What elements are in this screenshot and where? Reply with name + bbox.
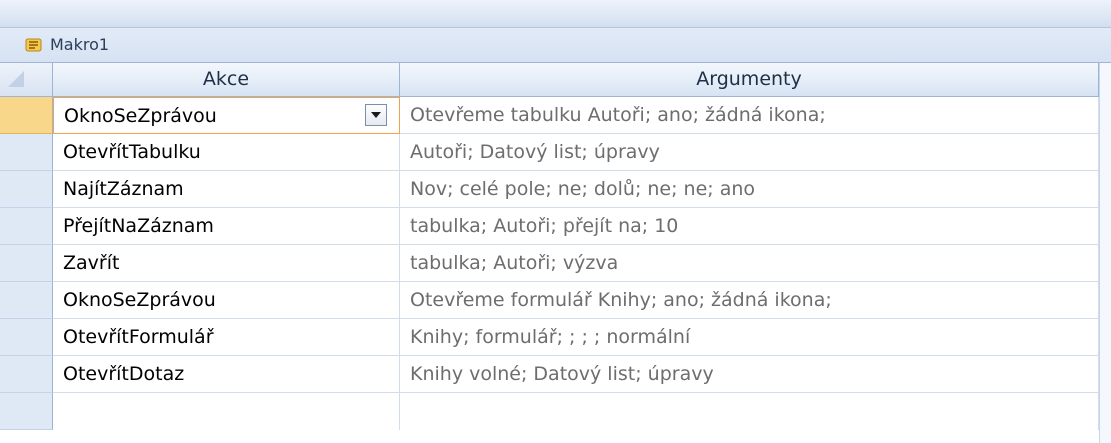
arguments-cell[interactable]: Knihy volné; Datový list; úpravy <box>400 356 1099 393</box>
table-row[interactable]: OtevřítDotaz Knihy volné; Datový list; úp… <box>0 356 1099 393</box>
column-header-akce[interactable]: Akce <box>53 63 400 97</box>
row-selector[interactable] <box>0 208 53 245</box>
arguments-cell[interactable]: tabulka; Autoři; výzva <box>400 245 1099 282</box>
row-selector[interactable] <box>0 97 53 134</box>
row-selector[interactable] <box>0 393 53 430</box>
action-cell[interactable] <box>53 393 400 430</box>
arguments-cell[interactable]: tabulka; Autoři; přejít na; 10 <box>400 208 1099 245</box>
ribbon-strip <box>0 0 1111 28</box>
table-row[interactable]: OknoSeZprávou Otevřeme formulář Knihy; an… <box>0 282 1099 319</box>
table-row[interactable]: NajítZáznam Nov; celé pole; ne; dolů; ne;… <box>0 171 1099 208</box>
row-selector[interactable] <box>0 282 53 319</box>
select-all-corner[interactable] <box>0 63 53 97</box>
action-cell[interactable]: OtevřítFormulář <box>53 319 400 356</box>
action-cell[interactable]: OknoSeZprávou <box>53 282 400 319</box>
arguments-cell[interactable]: Otevřeme formulář Knihy; ano; žádná ikon… <box>400 282 1099 319</box>
action-cell[interactable]: OknoSeZprávou <box>53 97 400 134</box>
table-row[interactable] <box>0 393 1099 430</box>
action-cell[interactable]: Zavřít <box>53 245 400 282</box>
chevron-down-icon <box>371 112 381 118</box>
action-cell[interactable]: NajítZáznam <box>53 171 400 208</box>
table-row[interactable]: OknoSeZprávou Otevřeme tabulku Autoři; an… <box>0 97 1099 134</box>
arguments-cell[interactable] <box>400 393 1099 430</box>
document-tab-title[interactable]: Makro1 <box>50 35 109 54</box>
row-selector[interactable] <box>0 245 53 282</box>
table-row[interactable]: OtevřítTabulku Autoři; Datový list; úprav… <box>0 134 1099 171</box>
action-cell[interactable]: OtevřítDotaz <box>53 356 400 393</box>
vertical-scrollbar[interactable] <box>1099 63 1111 443</box>
action-dropdown-button[interactable] <box>365 104 387 126</box>
arguments-cell[interactable]: Autoři; Datový list; úpravy <box>400 134 1099 171</box>
document-tab-bar: Makro1 <box>0 28 1111 63</box>
column-header-argumenty[interactable]: Argumenty <box>400 63 1099 97</box>
row-selector[interactable] <box>0 134 53 171</box>
arguments-cell[interactable]: Nov; celé pole; ne; dolů; ne; ne; ano <box>400 171 1099 208</box>
arguments-cell[interactable]: Knihy; formulář; ; ; ; normální <box>400 319 1099 356</box>
row-selector[interactable] <box>0 319 53 356</box>
table-row[interactable]: OtevřítFormulář Knihy; formulář; ; ; ; no… <box>0 319 1099 356</box>
arguments-cell[interactable]: Otevřeme tabulku Autoři; ano; žádná ikon… <box>400 97 1099 134</box>
macro-icon <box>25 38 42 52</box>
table-row[interactable]: Zavřít tabulka; Autoři; výzva <box>0 245 1099 282</box>
row-selector[interactable] <box>0 171 53 208</box>
row-selector[interactable] <box>0 356 53 393</box>
select-all-icon <box>8 71 24 87</box>
macro-design-grid: Akce Argumenty OknoSeZprávou Otevřeme tab… <box>0 63 1111 443</box>
action-cell[interactable]: OtevřítTabulku <box>53 134 400 171</box>
action-cell[interactable]: PřejítNaZáznam <box>53 208 400 245</box>
table-row[interactable]: PřejítNaZáznam tabulka; Autoři; přejít na… <box>0 208 1099 245</box>
